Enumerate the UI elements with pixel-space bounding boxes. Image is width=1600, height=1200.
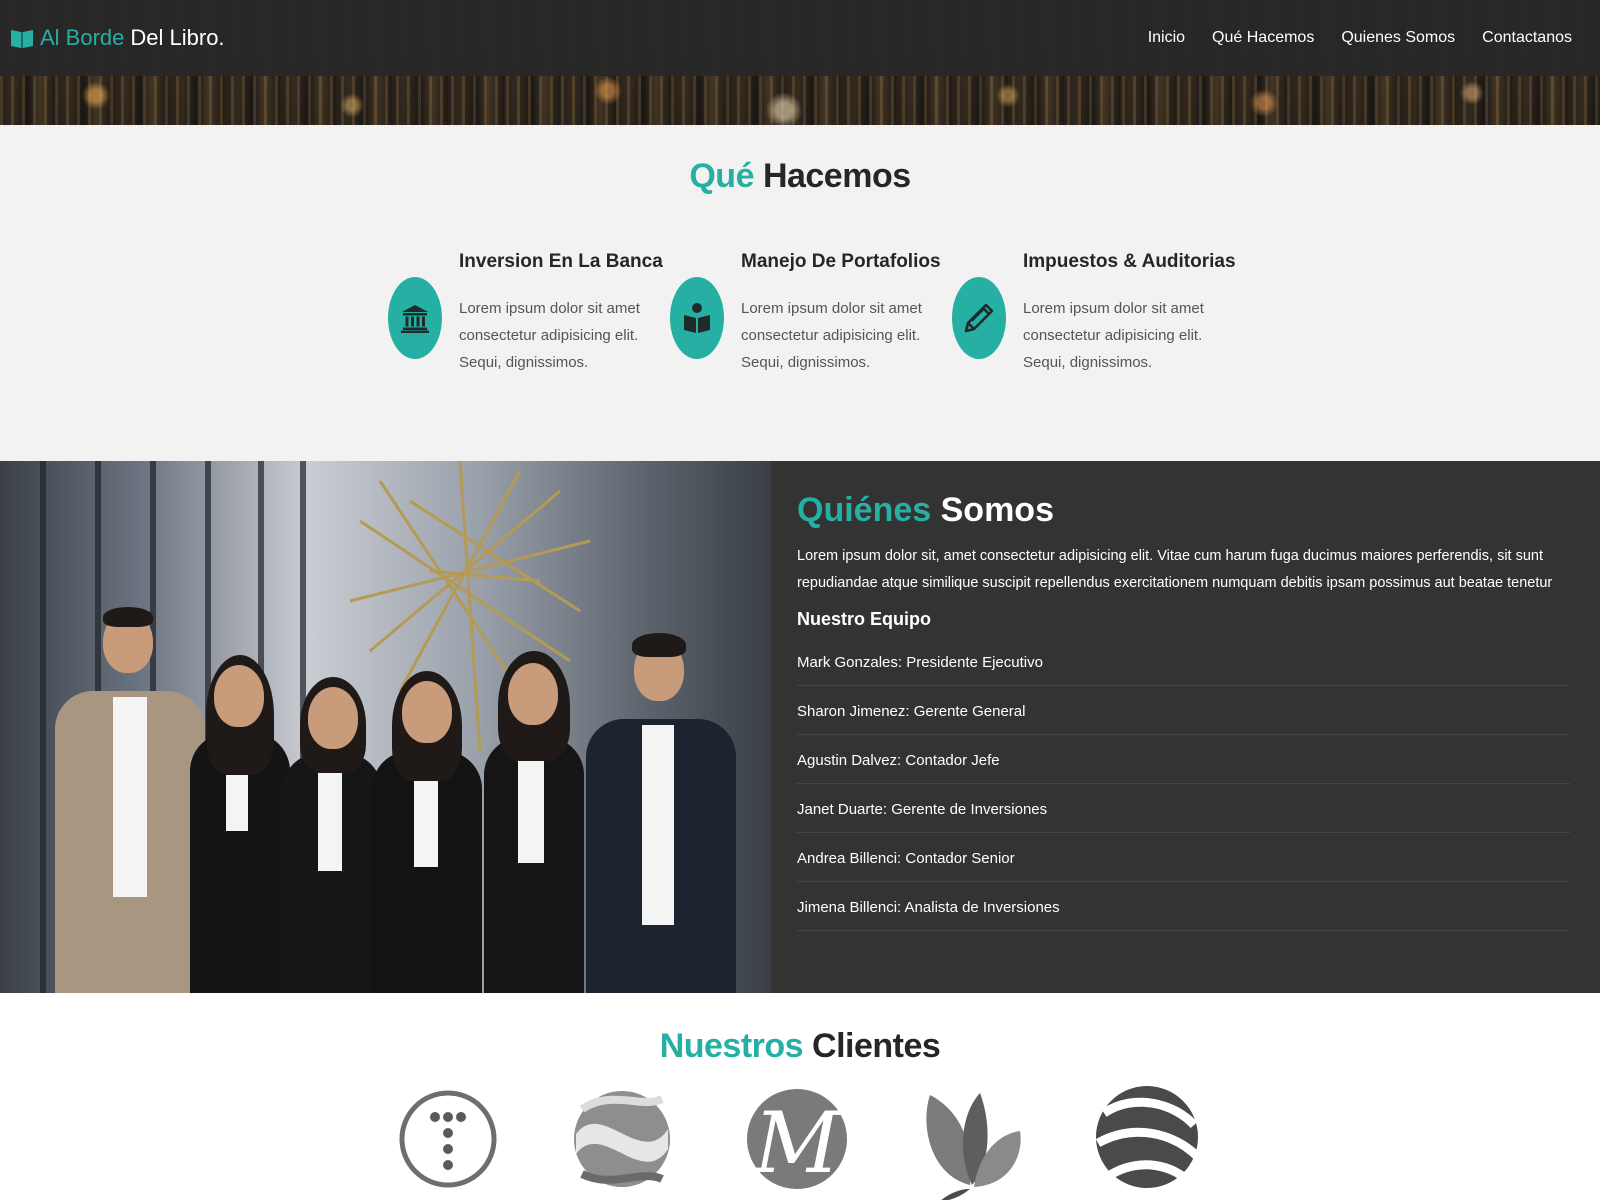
- city-background-image: [0, 76, 1600, 125]
- service-title: Inversion En La Banca: [459, 251, 663, 272]
- team-member: Janet Duarte: Gerente de Inversiones: [797, 784, 1570, 833]
- clients-title-accent: Nuestros: [659, 1027, 804, 1065]
- service-text: Lorem ipsum dolor sit amet consectetur a…: [741, 300, 922, 371]
- nav-link-que-hacemos[interactable]: Qué Hacemos: [1212, 29, 1314, 47]
- hero-header: Al Borde Del Libro. Inicio Qué Hacemos Q…: [0, 0, 1600, 125]
- open-book-icon: [11, 30, 33, 48]
- team-member: Mark Gonzales: Presidente Ejecutivo: [797, 637, 1570, 686]
- service-text: Lorem ipsum dolor sit amet consectetur a…: [1023, 300, 1204, 371]
- about-title: Quiénes Somos: [797, 491, 1054, 530]
- services-title-accent: Qué: [689, 157, 754, 195]
- service-title: Impuestos & Auditorias: [1023, 251, 1236, 272]
- services-section: Qué Hacemos Inversion En La Banca Lorem …: [0, 125, 1600, 461]
- about-title-accent: Quiénes: [797, 491, 932, 529]
- brand-logo[interactable]: Al Borde Del Libro.: [10, 25, 225, 51]
- service-card-impuestos: Impuestos & Auditorias Lorem ipsum dolor…: [952, 251, 1236, 381]
- clients-title: Nuestros Clientes: [0, 1027, 1600, 1066]
- team-member: Agustin Dalvez: Contador Jefe: [797, 735, 1570, 784]
- about-section: Quiénes Somos Lorem ipsum dolor sit, ame…: [0, 461, 1600, 993]
- nav-link-contactanos[interactable]: Contactanos: [1482, 29, 1572, 47]
- service-title: Manejo De Portafolios: [741, 251, 941, 272]
- team-member: Jimena Billenci: Analista de Inversiones: [797, 882, 1570, 931]
- team-list: Mark Gonzales: Presidente Ejecutivo Shar…: [797, 637, 1570, 931]
- brand-accent-text: Al Borde: [40, 25, 125, 50]
- swirl-sphere-logo: [574, 1091, 670, 1187]
- about-description: Lorem ipsum dolor sit, amet consectetur …: [797, 548, 1553, 591]
- leaves-logo: [926, 1093, 1021, 1200]
- dots-t-logo: [399, 1090, 497, 1188]
- book-reader-icon: [670, 277, 724, 359]
- services-title: Qué Hacemos: [0, 157, 1600, 196]
- nav-link-inicio[interactable]: Inicio: [1148, 29, 1185, 47]
- service-card-banca: Inversion En La Banca Lorem ipsum dolor …: [388, 251, 663, 381]
- pencil-icon: [952, 277, 1006, 359]
- svg-text:M: M: [752, 1094, 842, 1192]
- team-member: Andrea Billenci: Contador Senior: [797, 833, 1570, 882]
- team-member: Sharon Jimenez: Gerente General: [797, 686, 1570, 735]
- m-letter-logo: M: [747, 1089, 847, 1192]
- service-card-portafolios: Manejo De Portafolios Lorem ipsum dolor …: [670, 251, 941, 381]
- clients-title-main: Clientes: [812, 1027, 941, 1065]
- navbar: Al Borde Del Libro. Inicio Qué Hacemos Q…: [0, 0, 1600, 76]
- brand-main-text: Del Libro.: [130, 25, 225, 50]
- nav-link-quienes-somos[interactable]: Quienes Somos: [1341, 29, 1455, 47]
- team-photo: [0, 461, 771, 993]
- service-text: Lorem ipsum dolor sit amet consectetur a…: [459, 300, 640, 371]
- services-title-main: Hacemos: [762, 157, 911, 195]
- bank-icon: [388, 277, 442, 359]
- team-heading: Nuestro Equipo: [797, 609, 931, 629]
- about-title-main: Somos: [940, 491, 1054, 529]
- clients-section: Nuestros Clientes M: [0, 993, 1600, 1200]
- nav-links: Inicio Qué Hacemos Quienes Somos Contact…: [1148, 29, 1572, 47]
- striped-sphere-logo: [1095, 1086, 1200, 1188]
